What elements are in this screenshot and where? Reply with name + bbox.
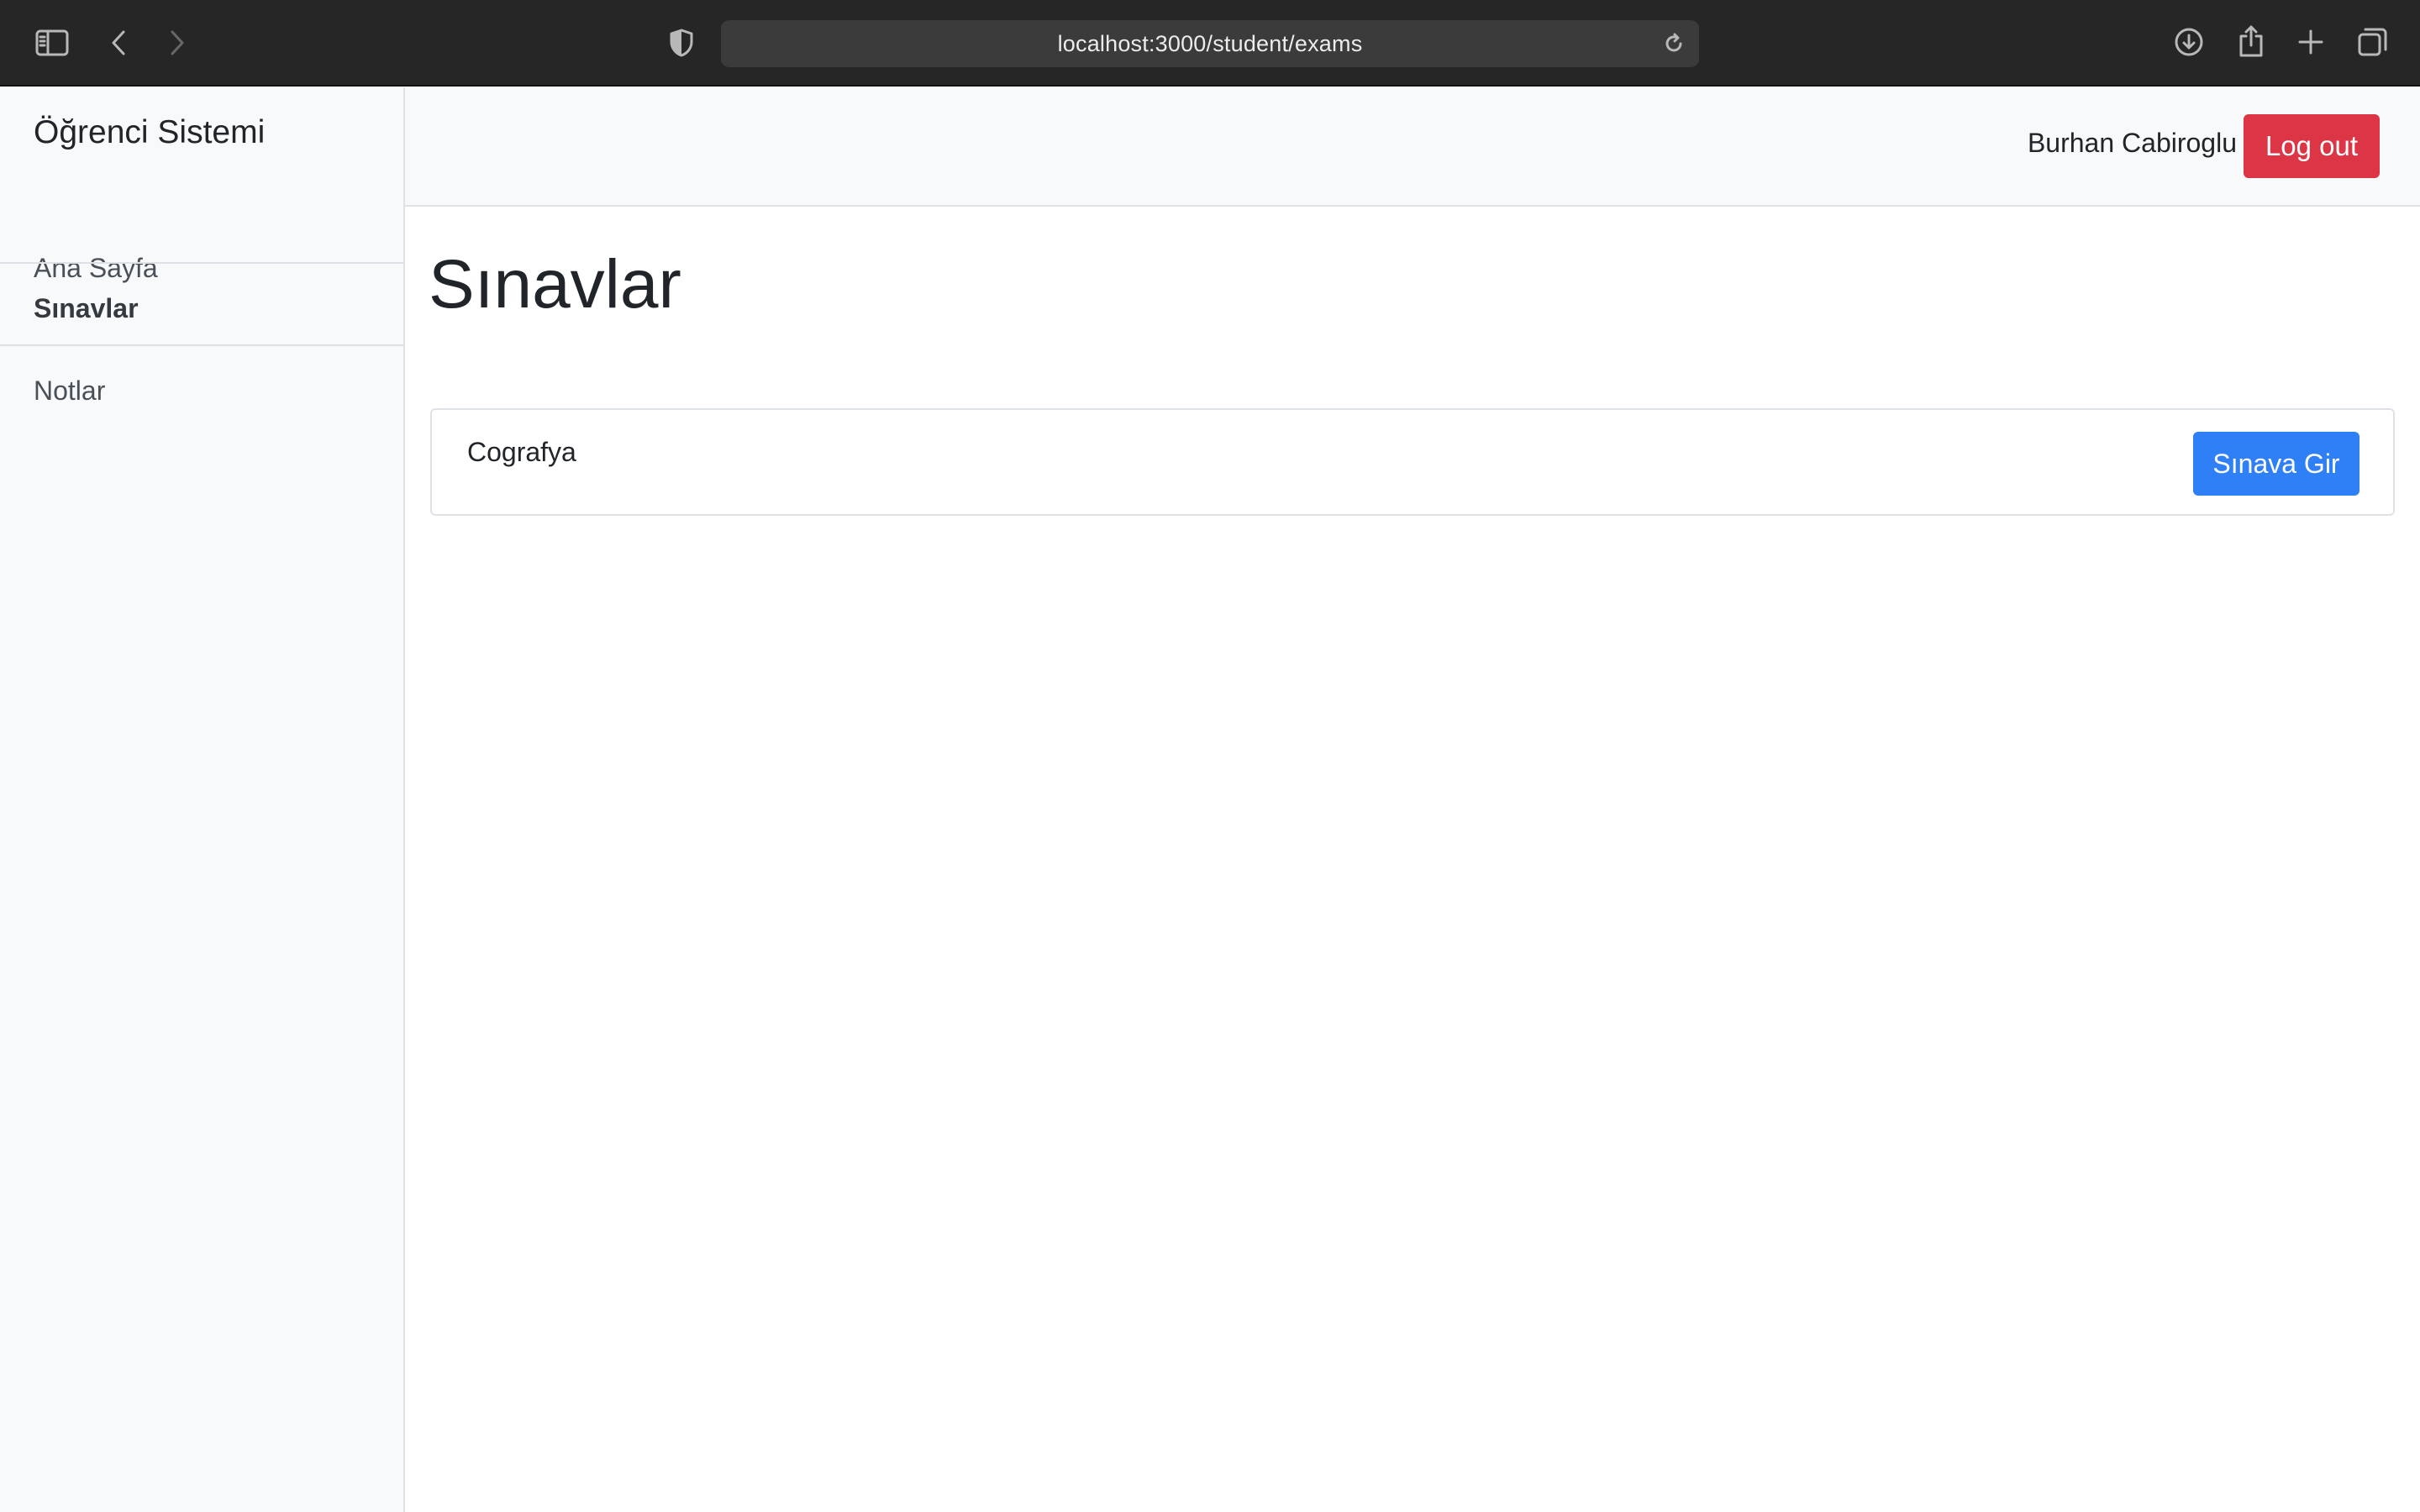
forward-arrow-icon[interactable]: [165, 27, 190, 59]
sidebar-item-notlar[interactable]: Notlar: [0, 349, 403, 432]
sidebar: Öğrenci Sistemi Ana Sayfa Sınavlar Notla…: [0, 87, 405, 1512]
shield-icon[interactable]: [667, 27, 696, 59]
share-icon[interactable]: [2235, 24, 2267, 59]
exam-list-item: Cografya Sınava Gir: [430, 408, 2395, 516]
browser-toolbar: localhost:3000/student/exams: [0, 0, 2420, 87]
new-tab-plus-icon[interactable]: [2296, 27, 2326, 57]
tab-overview-icon[interactable]: [2356, 25, 2390, 59]
logout-button[interactable]: Log out: [2244, 114, 2380, 178]
url-text: localhost:3000/student/exams: [1057, 30, 1363, 56]
sidebar-divider: [0, 344, 403, 346]
sidebar-item-label: Sınavlar: [34, 292, 139, 323]
sidebar-brand[interactable]: Öğrenci Sistemi: [34, 114, 265, 151]
top-navbar: Burhan Cabiroglu Log out: [405, 87, 2420, 207]
exam-name: Cografya: [467, 437, 576, 467]
sidebar-toggle-icon[interactable]: [34, 27, 71, 59]
back-arrow-icon[interactable]: [106, 27, 131, 59]
reload-icon[interactable]: [1660, 30, 1687, 57]
sidebar-item-sinavlar[interactable]: Sınavlar: [0, 267, 403, 349]
page-title: Sınavlar: [429, 246, 681, 323]
user-name: Burhan Cabiroglu: [2027, 128, 2237, 158]
enter-exam-button[interactable]: Sınava Gir: [2193, 432, 2360, 496]
sidebar-item-label: Notlar: [34, 375, 106, 406]
download-icon[interactable]: [2173, 25, 2205, 59]
address-bar[interactable]: localhost:3000/student/exams: [721, 20, 1699, 67]
sidebar-divider: [0, 262, 403, 264]
